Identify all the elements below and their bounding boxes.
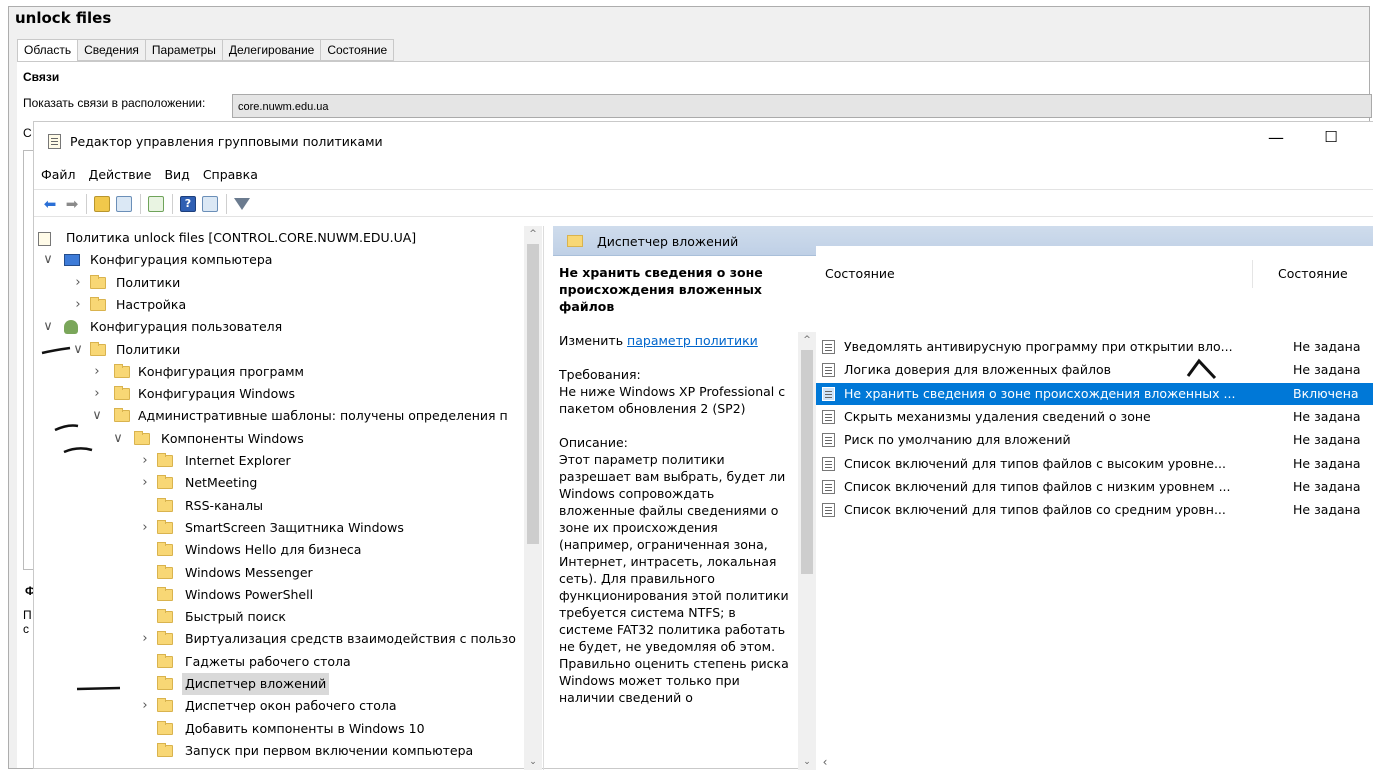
annotation-stroke (76, 686, 121, 691)
annotation-marks (41, 346, 1217, 691)
annotation-stroke (63, 447, 93, 454)
annotation-stroke (41, 346, 71, 355)
annotation-arrow (1186, 358, 1217, 380)
annotation-stroke (54, 424, 79, 432)
